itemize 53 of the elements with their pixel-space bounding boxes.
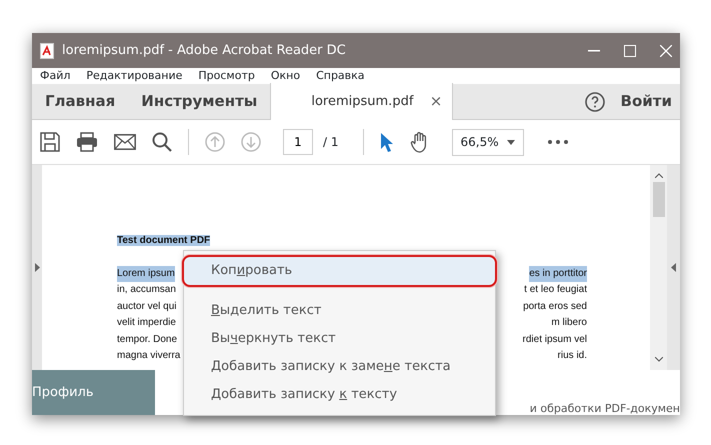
- page-count: / 1: [323, 134, 338, 151]
- text-fragment: in, accumsan: [117, 283, 176, 297]
- menu-item[interactable]: Вычеркнуть текст: [184, 325, 495, 353]
- zoom-dropdown[interactable]: 66,5%: [452, 128, 524, 156]
- menu-item[interactable]: Добавить записку к замене текста: [184, 353, 495, 381]
- text-fragment: tempor. Done: [117, 332, 178, 346]
- menu-item[interactable]: Копировать: [184, 257, 495, 285]
- save-icon[interactable]: [40, 132, 60, 152]
- pdf-file-icon: [40, 42, 54, 58]
- maximize-icon[interactable]: [624, 44, 636, 56]
- more-icon[interactable]: [548, 140, 568, 144]
- close-icon[interactable]: [660, 44, 672, 56]
- menu-item[interactable]: Редактирование: [86, 68, 182, 84]
- text-fragment: m libero: [551, 316, 587, 330]
- scroll-down-icon[interactable]: [654, 357, 662, 362]
- profile-label: Профиль: [32, 384, 94, 402]
- menu-item[interactable]: Окно: [270, 68, 300, 84]
- caret-icon: [506, 140, 514, 144]
- scroll-up-icon[interactable]: [654, 173, 662, 178]
- print-icon[interactable]: [76, 132, 98, 152]
- text-fragment: rdiet ipsum vel: [522, 332, 587, 346]
- text-fragment: t et leo feugiat: [524, 283, 587, 297]
- menu-item[interactable]: Просмотр: [198, 68, 255, 84]
- expand-right-icon[interactable]: [671, 263, 676, 272]
- scrollbar[interactable]: [650, 165, 667, 370]
- cursor-arrow-icon[interactable]: [380, 132, 394, 152]
- text-fragment: magna viverra: [117, 349, 180, 363]
- text-fragment: porta eros sed: [523, 300, 587, 314]
- tab-label: loremipsum.pdf: [311, 92, 414, 111]
- tab[interactable]: Инструменты: [128, 83, 270, 119]
- tab-close-button[interactable]: ×: [430, 90, 442, 113]
- menu-item[interactable]: Справка: [316, 68, 365, 84]
- menu-item[interactable]: Выделить текст: [184, 297, 495, 325]
- help-icon[interactable]: [584, 92, 605, 112]
- background-text: и обработки PDF-докумен: [530, 402, 680, 415]
- page-number-field[interactable]: 1: [283, 129, 313, 155]
- minimize-icon[interactable]: [588, 50, 600, 52]
- sign-in-button[interactable]: Войти: [620, 84, 672, 120]
- expand-left-icon[interactable]: [34, 263, 40, 272]
- text-fragment: Lorem ipsum: [117, 266, 175, 282]
- email-icon[interactable]: [114, 134, 136, 150]
- menu-item[interactable]: Добавить записку к тексту: [184, 381, 495, 409]
- menu-item[interactable]: Файл: [40, 68, 70, 84]
- window-title: loremipsum.pdf - Adobe Acrobat Reader DC: [62, 42, 346, 60]
- text-fragment: es in porttitor: [529, 266, 587, 282]
- document-title: Test document PDF: [117, 235, 210, 246]
- search-icon[interactable]: [152, 132, 172, 152]
- text-fragment: auctor vel qui: [117, 300, 176, 314]
- scroll-thumb[interactable]: [652, 182, 664, 217]
- text-fragment: velit imperdie: [117, 316, 176, 330]
- text-fragment: rius id.: [558, 349, 587, 363]
- tab[interactable]: Главная: [32, 83, 128, 119]
- tab[interactable]: loremipsum.pdf ×: [270, 83, 454, 120]
